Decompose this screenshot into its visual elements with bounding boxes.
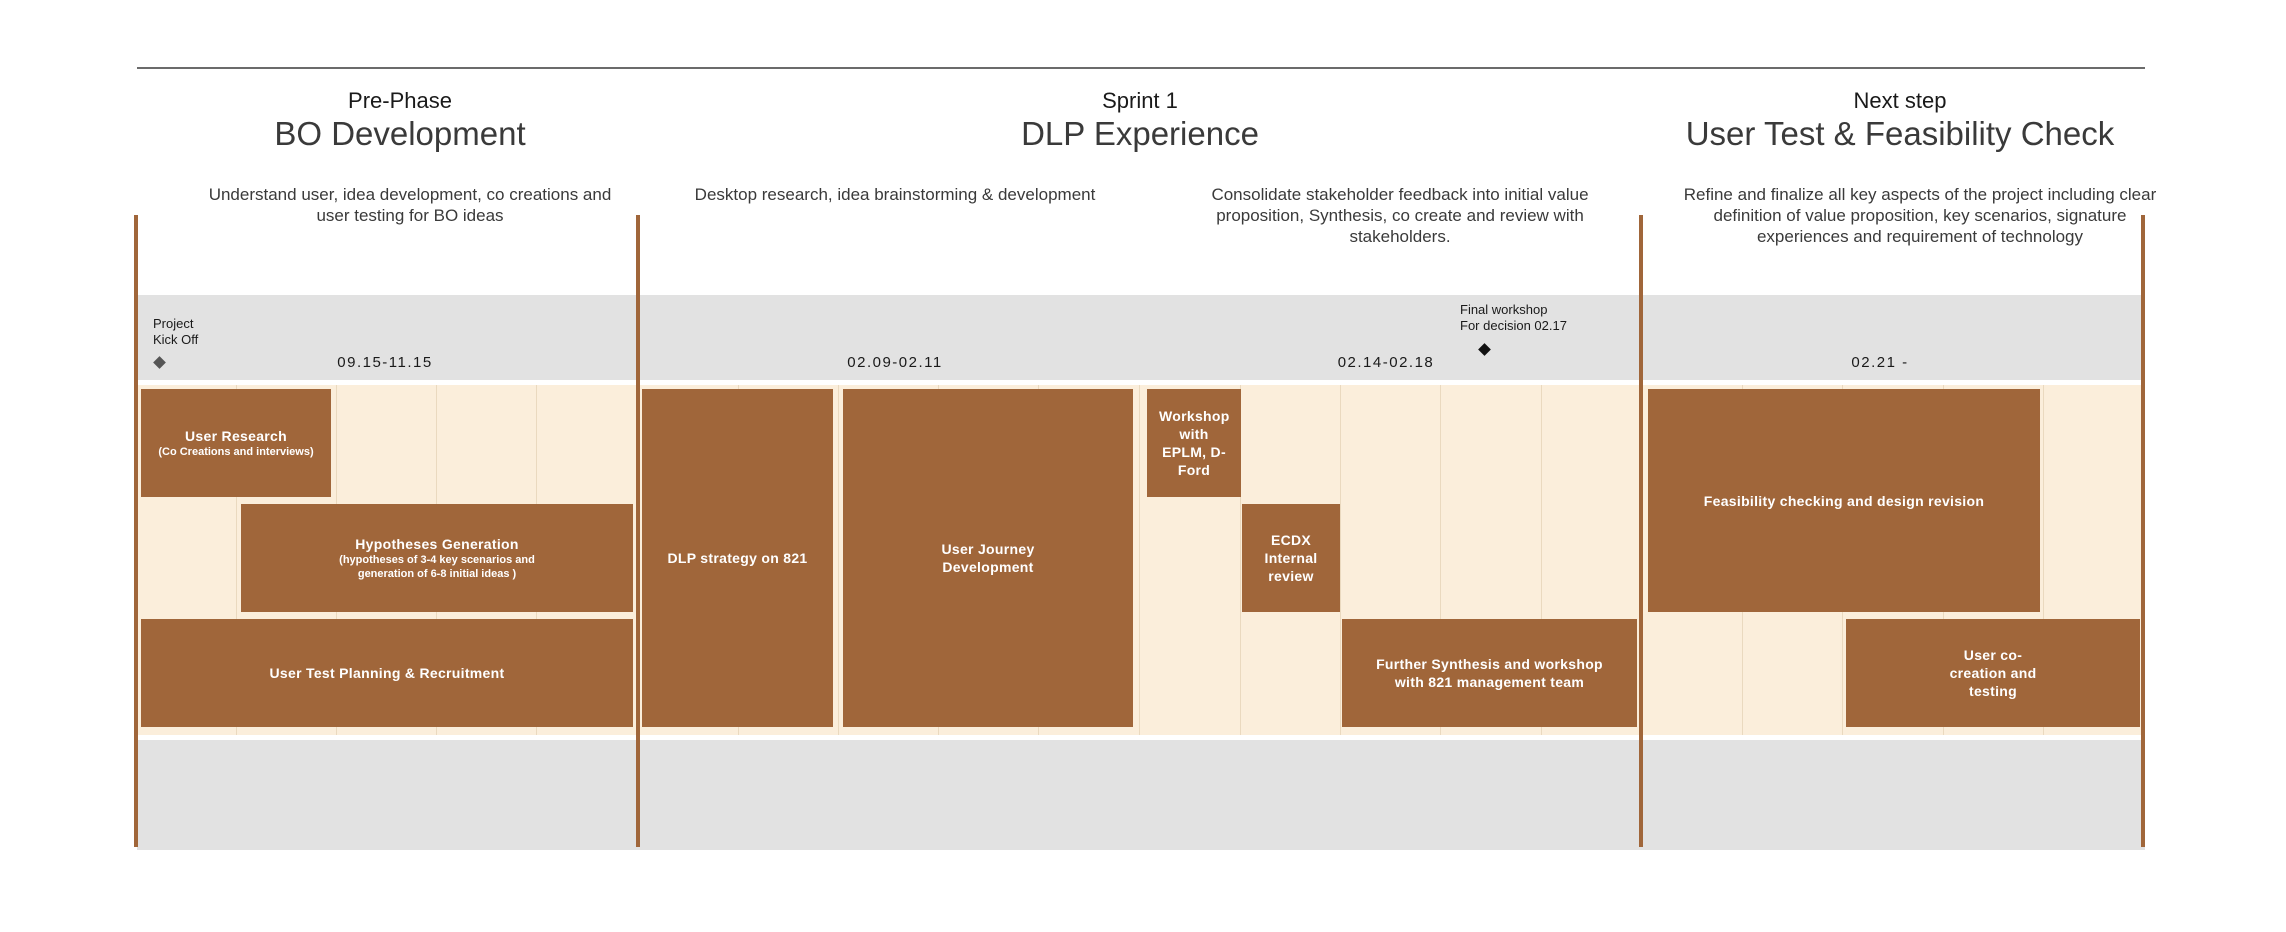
task-title: User Journey Development bbox=[941, 541, 1035, 575]
top-rule bbox=[137, 67, 2145, 69]
phase-description-sprint-b: Consolidate stakeholder feedback into in… bbox=[1211, 185, 1589, 246]
gridline bbox=[1139, 385, 1140, 735]
milestone-kickoff-label: Project Kick Off bbox=[153, 316, 198, 348]
task-subtitle: (Co Creations and interviews) bbox=[158, 446, 314, 458]
phase-description-pre: Understand user, idea development, co cr… bbox=[208, 185, 612, 225]
phase-description-next: Refine and finalize all key aspects of t… bbox=[1683, 185, 2157, 246]
task-title: Hypotheses Generation bbox=[355, 536, 519, 552]
task-user-co-creation[interactable]: User co-creation and testing bbox=[1846, 619, 2140, 727]
task-user-research[interactable]: User Research (Co Creations and intervie… bbox=[141, 389, 331, 497]
milestone-final-line-2: For decision 02.17 bbox=[1460, 318, 1567, 333]
phase-description-sprint-a: Desktop research, idea brainstorming & d… bbox=[694, 185, 1096, 204]
milestone-kickoff-line-2: Kick Off bbox=[153, 332, 199, 347]
phase-subtitle-sprint: Sprint 1 bbox=[1102, 88, 1178, 113]
gridline bbox=[838, 385, 839, 735]
phase-title-pre: BO Development bbox=[274, 115, 526, 152]
task-title: DLP strategy on 821 bbox=[667, 550, 808, 566]
task-title: User Research bbox=[185, 428, 287, 444]
task-title: ECDX Internal review bbox=[1264, 532, 1318, 584]
date-label-sprint-b: 02.14-02.18 bbox=[1337, 354, 1435, 371]
task-title: Feasibility checking and design revision bbox=[1703, 492, 1985, 509]
task-title: Workshop with EPLM, D-Ford bbox=[1159, 408, 1230, 478]
milestone-final-workshop-label: Final workshop For decision 02.17 bbox=[1460, 302, 1567, 334]
task-subtitle: (hypotheses of 3-4 key scenarios and gen… bbox=[339, 554, 535, 580]
phase-divider bbox=[1639, 215, 1643, 847]
task-title: User Test Planning & Recruitment bbox=[269, 665, 505, 681]
phase-subtitle-next: Next step bbox=[1853, 88, 1947, 113]
milestone-final-line-1: Final workshop bbox=[1460, 302, 1548, 317]
phase-title-next: User Test & Feasibility Check bbox=[1685, 115, 2115, 152]
phase-divider bbox=[636, 215, 640, 847]
task-hypotheses-generation[interactable]: Hypotheses Generation (hypotheses of 3-4… bbox=[241, 504, 633, 612]
date-label-next: 02.21 - bbox=[1851, 354, 1909, 371]
phase-title-sprint: DLP Experience bbox=[1021, 115, 1259, 152]
task-ecdx-internal-review[interactable]: ECDX Internal review bbox=[1242, 504, 1340, 612]
phase-subtitle-pre: Pre-Phase bbox=[348, 88, 452, 113]
milestone-kickoff-line-1: Project bbox=[153, 316, 194, 331]
task-dlp-strategy[interactable]: DLP strategy on 821 bbox=[642, 389, 833, 727]
gridline bbox=[1340, 385, 1341, 735]
phase-divider bbox=[2141, 215, 2145, 847]
task-further-synthesis[interactable]: Further Synthesis and workshop with 821 … bbox=[1342, 619, 1637, 727]
task-user-journey-development[interactable]: User Journey Development bbox=[843, 389, 1133, 727]
bottom-band bbox=[137, 740, 2145, 850]
task-user-test-planning[interactable]: User Test Planning & Recruitment bbox=[141, 619, 633, 727]
task-title: User co-creation and testing bbox=[1949, 647, 2037, 699]
task-title: Further Synthesis and workshop with 821 … bbox=[1376, 656, 1603, 690]
date-label-pre: 09.15-11.15 bbox=[337, 354, 433, 371]
date-label-sprint-a: 02.09-02.11 bbox=[847, 354, 943, 371]
phase-divider bbox=[134, 215, 138, 847]
task-feasibility-checking[interactable]: Feasibility checking and design revision bbox=[1648, 389, 2040, 612]
task-workshop-eplm[interactable]: Workshop with EPLM, D-Ford bbox=[1147, 389, 1241, 497]
